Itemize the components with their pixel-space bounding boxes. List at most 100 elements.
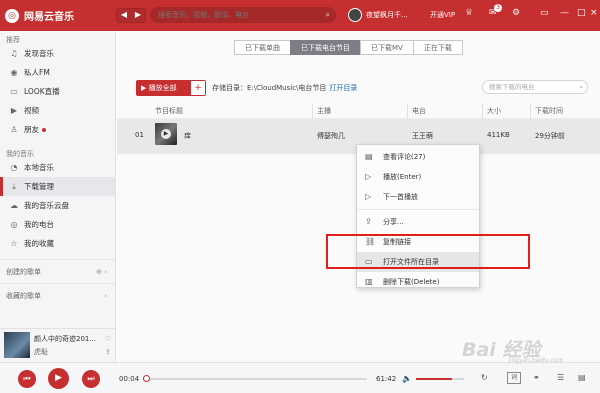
- now-playing-title[interactable]: 颜人中的奇迹201...: [34, 334, 102, 344]
- tab-mv[interactable]: 已下载MV: [360, 40, 414, 55]
- menu-item-share[interactable]: ⇪ 分享...: [357, 212, 479, 232]
- progress-bar[interactable]: [142, 375, 367, 382]
- netease-logo-icon: ◎: [5, 8, 19, 23]
- total-time: 61:42: [376, 375, 397, 383]
- back-button[interactable]: ◀: [117, 9, 131, 22]
- row-size: 411KB: [487, 131, 510, 139]
- sidebar-item-label: 私人FM: [24, 68, 50, 77]
- now-playing-artist[interactable]: 虎耻: [34, 347, 48, 357]
- forward-button[interactable]: ▶: [131, 9, 145, 22]
- queue-icon[interactable]: ▤: [578, 373, 586, 382]
- play-circle-icon: ▶: [141, 84, 149, 92]
- program-cover[interactable]: ▶: [155, 123, 177, 145]
- col-time[interactable]: 下载时间: [535, 104, 563, 119]
- search-icon[interactable]: ⌕: [326, 7, 330, 23]
- current-time: 00:04: [119, 375, 140, 383]
- avatar[interactable]: [348, 8, 362, 22]
- sidebar-item-my-radio[interactable]: ◎ 我的电台: [0, 215, 115, 234]
- sidebar-item-look[interactable]: ▭ LOOK直播: [0, 82, 115, 101]
- volume-slider[interactable]: [416, 378, 464, 380]
- restore-icon[interactable]: □: [577, 8, 586, 18]
- album-cover[interactable]: [4, 332, 30, 358]
- col-station[interactable]: 电台: [412, 104, 426, 119]
- menu-item-play[interactable]: ▷ 播放(Enter): [357, 167, 479, 187]
- global-search-input[interactable]: [158, 11, 318, 19]
- lyric-button[interactable]: 词: [507, 372, 521, 384]
- download-icon: ⤓: [12, 182, 16, 191]
- download-search[interactable]: 搜索下载的电台 ⌕: [482, 80, 588, 94]
- minimize-icon[interactable]: ▭: [540, 8, 549, 18]
- sidebar-item-local[interactable]: ◔ 本地音乐: [0, 158, 115, 177]
- player-bar: ⏮ ▶ ⏭ 00:04 61:42 🔈 ↻ 词 ⚭ ☰ ▤: [0, 362, 600, 393]
- add-to-queue-button[interactable]: +: [191, 81, 205, 95]
- tab-songs[interactable]: 已下载单曲: [234, 40, 291, 55]
- now-playing-mini: 颜人中的奇迹201... 虎耻 ♡ ⇪: [0, 328, 116, 362]
- tab-radio-programs[interactable]: 已下载电台节目: [290, 40, 361, 55]
- tab-downloading[interactable]: 正在下载: [412, 40, 463, 55]
- close-icon[interactable]: ×: [590, 8, 598, 18]
- sidebar-item-friends[interactable]: ♙ 朋友: [0, 120, 115, 139]
- global-search[interactable]: ⌕: [150, 7, 336, 23]
- menu-item-play-next[interactable]: ▷ 下一首播放: [357, 187, 479, 207]
- menu-item-label: 分享...: [383, 218, 404, 226]
- playlist-icon[interactable]: ☰: [557, 373, 564, 382]
- previous-button[interactable]: ⏮: [18, 370, 36, 388]
- table-header: 节目标题 主播 电台 大小 下载时间: [117, 104, 600, 119]
- play-all-button[interactable]: ▶ 播放全部: [137, 81, 191, 95]
- column-divider: [407, 104, 408, 119]
- menu-item-delete[interactable]: ▥ 删除下载(Delete): [357, 272, 479, 292]
- col-size[interactable]: 大小: [487, 104, 501, 119]
- live-icon: ▭: [10, 87, 18, 96]
- vip-link[interactable]: 开通VIP: [430, 10, 455, 20]
- sidebar-item-video[interactable]: ▶ 视频: [0, 101, 115, 120]
- created-playlists-toggle[interactable]: 创建的歌单 ⊕ ›: [0, 259, 115, 283]
- sidebar-item-label: 朋友: [24, 125, 39, 134]
- download-search-input[interactable]: 搜索下载的电台: [489, 83, 535, 91]
- app-logo[interactable]: ◎ 网易云音乐: [5, 8, 74, 23]
- sidebar-item-downloads[interactable]: ⤓ 下载管理: [0, 177, 115, 196]
- shirt-icon[interactable]: ♕: [465, 8, 473, 18]
- sidebar-item-label: 下载管理: [24, 182, 54, 191]
- sidebar-item-discover[interactable]: ♫ 发现音乐: [0, 44, 115, 63]
- menu-item-comments[interactable]: ▤ 查看评论(27): [357, 147, 479, 167]
- play-all-group: ▶ 播放全部 +: [136, 80, 206, 96]
- sidebar-item-label: 本地音乐: [24, 163, 54, 172]
- download-tabs: 已下载单曲 已下载电台节目 已下载MV 正在下载: [234, 40, 463, 55]
- local-music-icon: ◔: [10, 163, 18, 172]
- storage-directory: 存储目录：E:\CloudMusic\电台节目 打开目录: [212, 83, 357, 93]
- next-button[interactable]: ⏭: [82, 370, 100, 388]
- radio-station-icon: ◎: [10, 220, 18, 229]
- menu-item-label: 查看评论(27): [383, 153, 426, 161]
- share-friends-icon[interactable]: ⚭: [533, 373, 540, 382]
- sidebar-item-fm[interactable]: ◉ 私人FM: [0, 63, 115, 82]
- chevron-right-icon: ›: [104, 292, 107, 300]
- col-host[interactable]: 主播: [317, 104, 331, 119]
- sidebar-item-cloud[interactable]: ☁ 我的音乐云盘: [0, 196, 115, 215]
- like-icon[interactable]: ♡: [105, 335, 111, 343]
- collected-playlists-toggle[interactable]: 收藏的歌单 ›: [0, 283, 115, 307]
- loop-icon[interactable]: ↻: [481, 373, 488, 382]
- search-icon[interactable]: ⌕: [579, 81, 583, 94]
- row-host[interactable]: 傅瑟殉几: [317, 131, 345, 141]
- sidebar-item-label: 视频: [24, 106, 39, 115]
- sidebar-item-favorites[interactable]: ☆ 我的收藏: [0, 234, 115, 253]
- next-icon: ⏭: [87, 374, 95, 383]
- open-directory-link[interactable]: 打开目录: [329, 84, 357, 92]
- share-icon[interactable]: ⇪: [105, 348, 111, 356]
- storage-directory-label: 存储目录：E:\CloudMusic\电台节目: [212, 84, 327, 92]
- username[interactable]: 夜望枫月千...: [366, 10, 408, 20]
- col-title[interactable]: 节目标题: [155, 104, 183, 119]
- volume-icon[interactable]: 🔈: [402, 374, 412, 383]
- play-icon[interactable]: ▶: [161, 129, 171, 139]
- comment-icon: ▤: [365, 152, 373, 161]
- sidebar-recommend-heading: 推荐: [6, 36, 20, 44]
- add-playlist-icon[interactable]: ⊕ ›: [96, 260, 107, 284]
- row-station[interactable]: 王王萌: [412, 131, 433, 141]
- gear-icon[interactable]: ⚙: [512, 8, 520, 18]
- nav-arrows: ◀ ▶: [116, 8, 146, 23]
- play-pause-button[interactable]: ▶: [48, 368, 69, 389]
- progress-knob[interactable]: [142, 375, 150, 382]
- sidebar-item-label: 我的收藏: [24, 239, 54, 248]
- message-badge: 3: [494, 4, 502, 12]
- maximize-icon[interactable]: —: [560, 8, 569, 18]
